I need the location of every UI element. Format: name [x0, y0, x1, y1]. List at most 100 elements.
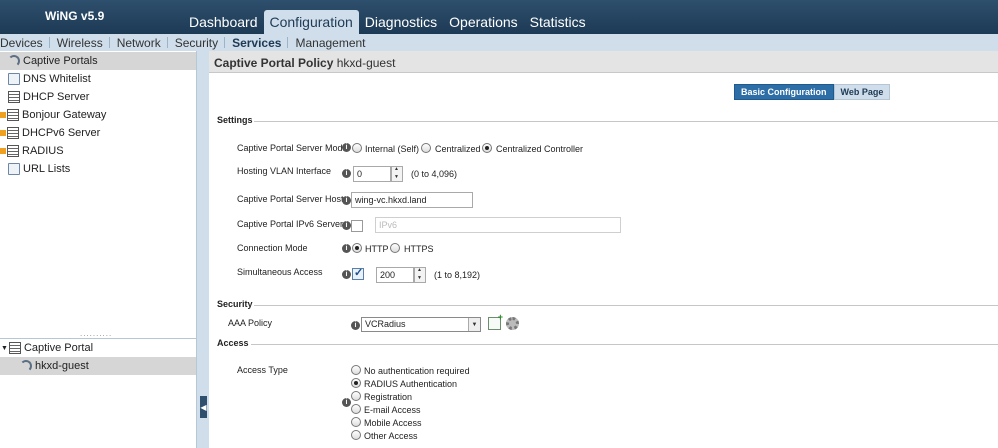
expand-icon[interactable] — [0, 112, 6, 118]
table-icon — [7, 109, 19, 121]
radio-centralized-controller[interactable] — [482, 143, 492, 153]
subtab-management[interactable]: Management — [295, 36, 371, 50]
ipv6-server-input[interactable]: IPv6 — [375, 217, 621, 233]
sidebar-item-captive-portals[interactable]: Captive Portals — [0, 52, 196, 70]
sidebar-item-url-lists[interactable]: URL Lists — [0, 160, 196, 178]
sidebar-item-label: Bonjour Gateway — [22, 109, 107, 121]
access-type-label: Access Type — [237, 365, 288, 375]
sidebar-item-label: Captive Portals — [23, 55, 98, 67]
sidebar-item-label: URL Lists — [23, 163, 71, 175]
tree-node-hkxd-guest[interactable]: hkxd-guest — [0, 357, 196, 375]
radio-label: RADIUS Authentication — [364, 379, 458, 389]
radio-label: Mobile Access — [364, 418, 422, 428]
add-policy-icon[interactable] — [488, 312, 503, 330]
table-icon — [7, 127, 19, 139]
subtab-network[interactable]: Network — [117, 36, 167, 50]
subtab-services[interactable]: Services — [232, 36, 287, 50]
sidebar: Captive Portals DNS Whitelist DHCP Serve… — [0, 51, 197, 448]
page-title: Captive Portal Policy hkxd-guest — [209, 51, 998, 73]
sub-nav: Devices Wireless Network Security Servic… — [0, 34, 998, 51]
divider — [287, 37, 289, 48]
radio-radius-authentication[interactable] — [351, 378, 361, 388]
radio-centralized[interactable] — [421, 143, 431, 153]
radio-label: Centralized Controller — [496, 144, 584, 154]
subtab-security[interactable]: Security — [175, 36, 224, 50]
main-nav: Dashboard Configuration Diagnostics Oper… — [183, 10, 592, 34]
config-tabs: Basic Configuration Web Page — [734, 84, 891, 100]
section-access: Access — [217, 338, 249, 348]
simultaneous-access-stepper[interactable] — [414, 267, 426, 283]
info-icon[interactable]: i — [342, 169, 351, 178]
sidebar-item-label: DNS Whitelist — [23, 73, 91, 85]
radio-other-access[interactable] — [351, 430, 361, 440]
vlan-stepper[interactable] — [391, 166, 403, 182]
radio-https[interactable] — [390, 243, 400, 253]
sidebar-item-dhcpv6-server[interactable]: DHCPv6 Server — [0, 124, 196, 142]
server-host-input[interactable]: wing-vc.hkxd.land — [351, 192, 473, 208]
radio-registration[interactable] — [351, 391, 361, 401]
section-security: Security — [217, 299, 253, 309]
info-icon[interactable]: i — [342, 398, 351, 407]
vlan-label: Hosting VLAN Interface — [237, 166, 332, 176]
info-icon[interactable]: i — [342, 143, 351, 152]
info-icon[interactable]: i — [342, 221, 351, 230]
sidebar-item-dhcp-server[interactable]: DHCP Server — [0, 88, 196, 106]
tab-operations[interactable]: Operations — [443, 10, 523, 34]
sidebar-item-label: DHCPv6 Server — [22, 127, 101, 139]
vlan-input[interactable]: 0 — [353, 166, 391, 182]
sidebar-item-dns-whitelist[interactable]: DNS Whitelist — [0, 70, 196, 88]
tab-diagnostics[interactable]: Diagnostics — [359, 10, 443, 34]
divider — [251, 344, 998, 345]
aaa-policy-select[interactable]: VCRadius — [361, 317, 481, 332]
tab-dashboard[interactable]: Dashboard — [183, 10, 264, 34]
radio-label: No authentication required — [364, 366, 470, 376]
radio-label: Other Access — [364, 431, 418, 441]
tab-statistics[interactable]: Statistics — [524, 10, 592, 34]
radio-no-authentication[interactable] — [351, 365, 361, 375]
aaa-policy-label: AAA Policy — [228, 318, 273, 328]
policy-tree: ▼ Captive Portal hkxd-guest — [0, 338, 196, 448]
info-icon[interactable]: i — [351, 321, 360, 330]
info-icon[interactable]: i — [342, 244, 351, 253]
chevron-down-icon[interactable]: ▼ — [468, 318, 480, 331]
radio-http[interactable] — [352, 243, 362, 253]
divider — [254, 305, 998, 306]
radio-internal-self[interactable] — [352, 143, 362, 153]
ipv6-server-checkbox[interactable] — [351, 220, 363, 232]
tab-configuration[interactable]: Configuration — [263, 10, 359, 34]
subtab-wireless[interactable]: Wireless — [57, 36, 109, 50]
tab-basic-configuration[interactable]: Basic Configuration — [734, 84, 834, 100]
tab-web-page[interactable]: Web Page — [833, 84, 891, 100]
simultaneous-access-checkbox[interactable] — [352, 266, 364, 280]
radio-mobile-access[interactable] — [351, 417, 361, 427]
vlan-range: (0 to 4,096) — [411, 169, 458, 179]
resize-grip[interactable]: .......... — [80, 329, 112, 338]
wifi-icon — [8, 55, 20, 67]
info-icon[interactable]: i — [342, 270, 351, 279]
expand-icon[interactable] — [0, 130, 6, 136]
table-icon — [8, 91, 20, 103]
divider — [48, 37, 50, 48]
expand-icon[interactable] — [0, 148, 6, 154]
app-logo: WiNG v5.9 — [45, 9, 105, 23]
server-host-label: Captive Portal Server Host — [237, 194, 344, 204]
radio-label: Centralized — [435, 144, 481, 154]
info-icon[interactable]: i — [342, 196, 351, 205]
tree-node-captive-portal[interactable]: ▼ Captive Portal — [0, 339, 196, 357]
radio-label: Registration — [364, 392, 413, 402]
radio-email-access[interactable] — [351, 404, 361, 414]
collapse-sidebar-button[interactable]: ◀ — [200, 396, 207, 418]
collapse-icon[interactable]: ▼ — [1, 345, 8, 352]
simultaneous-access-input[interactable]: 200 — [376, 267, 414, 283]
sidebar-item-bonjour-gateway[interactable]: Bonjour Gateway — [0, 106, 196, 124]
gear-icon[interactable] — [506, 317, 519, 330]
radio-label: Internal (Self) — [365, 144, 420, 154]
simultaneous-access-range: (1 to 8,192) — [434, 270, 481, 280]
simultaneous-access-label: Simultaneous Access — [237, 267, 323, 277]
radio-label: E-mail Access — [364, 405, 421, 415]
connection-mode-label: Connection Mode — [237, 243, 308, 253]
sidebar-item-radius[interactable]: RADIUS — [0, 142, 196, 160]
divider — [108, 37, 110, 48]
splitter[interactable] — [197, 51, 209, 448]
subtab-devices[interactable]: Devices — [0, 36, 49, 50]
